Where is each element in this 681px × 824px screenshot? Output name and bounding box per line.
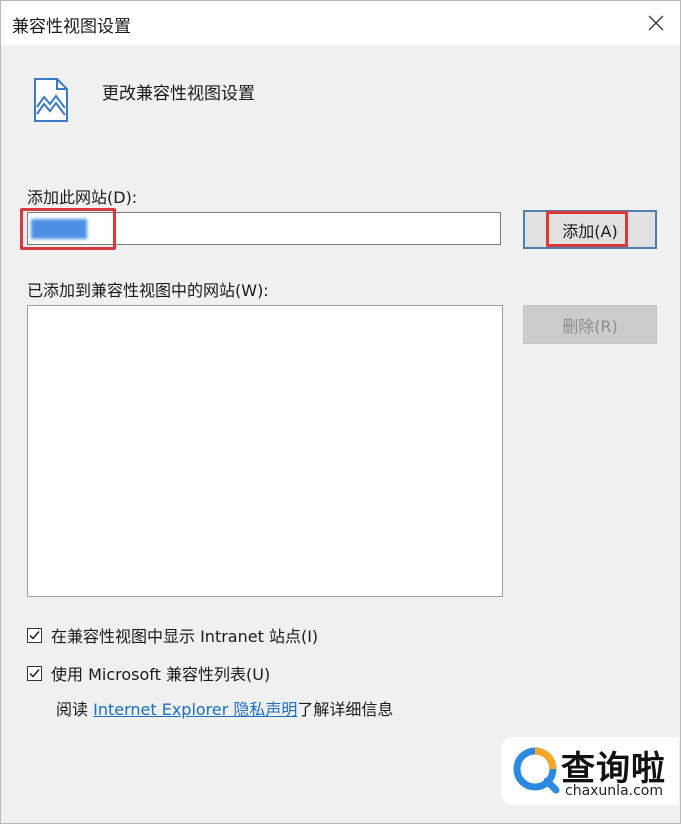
checkmark-icon [29, 630, 40, 640]
remove-button-label: 删除(R) [562, 316, 618, 336]
intranet-checkbox[interactable] [27, 627, 42, 643]
input-highlight-box [20, 208, 116, 250]
close-icon [648, 15, 664, 31]
privacy-link[interactable]: Internet Explorer 隐私声明 [93, 700, 297, 719]
watermark-logo: 查询啦 chaxunla.com [501, 737, 679, 805]
watermark-domain: chaxunla.com [565, 783, 663, 799]
close-button[interactable] [638, 5, 674, 41]
window-title: 兼容性视图设置 [12, 17, 131, 37]
intranet-option[interactable]: 在兼容性视图中显示 Intranet 站点(I) [27, 623, 318, 647]
ms-list-checkbox[interactable] [27, 665, 42, 681]
remove-button[interactable]: 删除(R) [523, 305, 657, 344]
intranet-option-label: 在兼容性视图中显示 Intranet 站点(I) [51, 627, 319, 646]
add-button-highlight-box [546, 211, 628, 247]
add-site-label: 添加此网站(D): [27, 188, 138, 207]
sites-listbox[interactable] [27, 305, 503, 597]
checkmark-icon [29, 668, 40, 678]
compatibility-view-dialog: 兼容性视图设置 更改兼容性视图设置 添加此网站(D): 添加(A) 已添加到兼容… [0, 0, 681, 824]
ms-list-option-label: 使用 Microsoft 兼容性列表(U) [51, 665, 271, 684]
sites-list-label: 已添加到兼容性视图中的网站(W): [27, 281, 269, 300]
ms-list-option[interactable]: 使用 Microsoft 兼容性列表(U) [27, 661, 270, 685]
privacy-prefix: 阅读 [56, 700, 94, 719]
privacy-suffix: 了解详细信息 [297, 700, 394, 719]
header-text: 更改兼容性视图设置 [102, 84, 255, 104]
title-bar: 兼容性视图设置 [1, 1, 680, 45]
privacy-statement-row: 阅读 Internet Explorer 隐私声明了解详细信息 [56, 696, 393, 720]
compat-view-page-icon [34, 78, 68, 122]
magnifier-logo-icon [513, 747, 560, 794]
